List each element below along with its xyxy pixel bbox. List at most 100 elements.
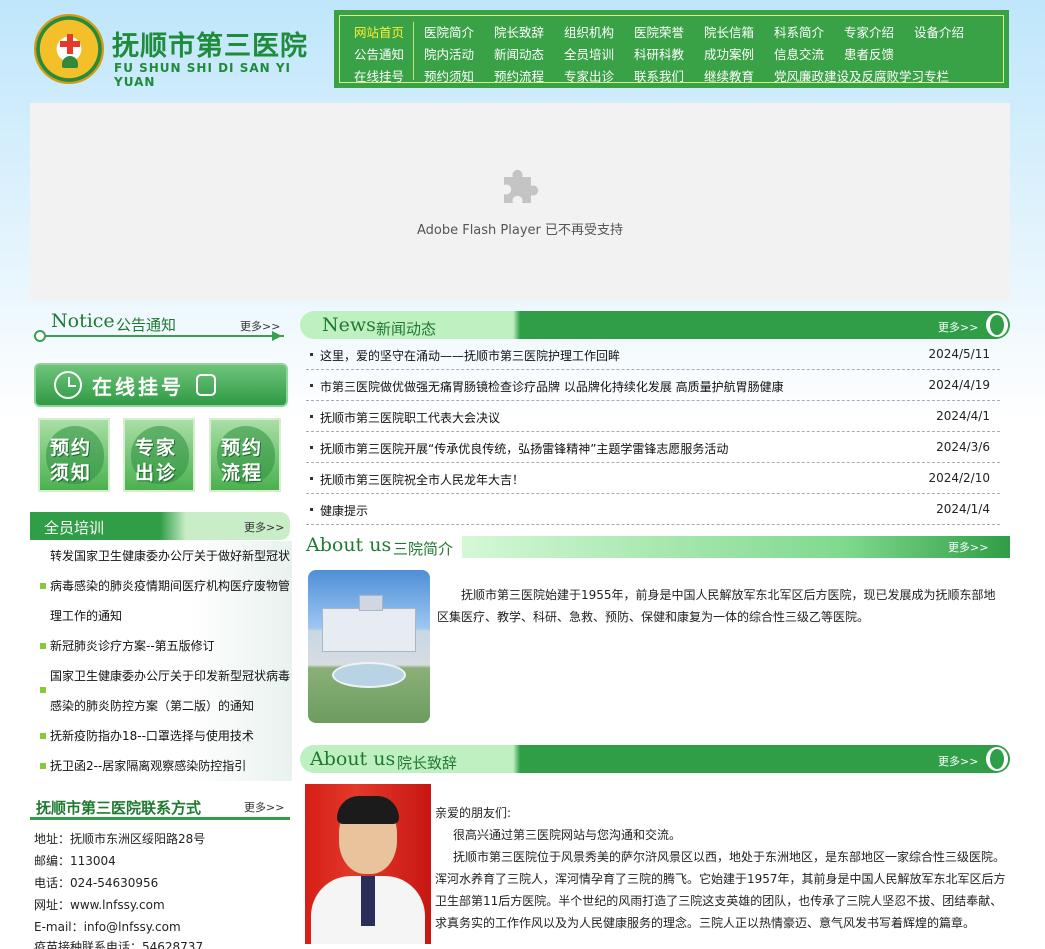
- logo-chinese-name: 抚顺市第三医院: [112, 31, 308, 62]
- nav-contact[interactable]: 联系我们: [634, 66, 684, 85]
- nav-appointment-process[interactable]: 预约流程: [494, 66, 544, 85]
- news-title-cn: 新闻动态: [376, 320, 437, 338]
- notice-title-en: Notice: [51, 310, 115, 332]
- contact-postcode: 邮编：113004: [34, 854, 116, 868]
- online-registration-label: 在线挂号: [92, 375, 184, 399]
- hospital-building-image[interactable]: [308, 570, 430, 723]
- about-title-en: About us: [306, 534, 392, 556]
- clock-icon: [54, 371, 82, 399]
- training-item[interactable]: 国家卫生健康委办公厅关于印发新型冠状病毒: [50, 661, 292, 691]
- nav-news[interactable]: 新闻动态: [494, 44, 544, 63]
- quick-label-line2: 流程: [221, 462, 264, 484]
- training-list: 转发国家卫生健康委办公厅关于做好新型冠状 病毒感染的肺炎疫情期间医疗机构医疗废物…: [34, 541, 292, 781]
- hospital-logo[interactable]: 抚顺市第三医院 FU SHUN SHI DI SAN YI YUAN: [34, 14, 324, 89]
- online-registration-button[interactable]: 在线挂号: [34, 363, 288, 407]
- nav-organization[interactable]: 组织机构: [564, 22, 614, 41]
- training-item[interactable]: 转发国家卫生健康委办公厅关于做好新型冠状: [50, 541, 292, 571]
- nav-home[interactable]: 网站首页: [354, 22, 404, 41]
- nav-feedback[interactable]: 患者反馈: [844, 44, 894, 63]
- nav-announcements[interactable]: 公告通知: [354, 44, 404, 63]
- nav-appointment-notice[interactable]: 预约须知: [424, 66, 474, 85]
- president-section-header: About us 院长致辞 更多>>: [300, 745, 1010, 773]
- nav-research[interactable]: 科研科教: [634, 44, 684, 63]
- contact-vaccine-phone: 疫苗接种联系电话：54628737: [34, 940, 204, 949]
- news-date: 2024/4/19: [928, 378, 990, 392]
- president-more-link[interactable]: 更多>>: [938, 753, 978, 769]
- nav-training[interactable]: 全员培训: [564, 44, 614, 63]
- notice-section-header: Notice 公告通知 更多>>: [34, 308, 290, 344]
- contact-website[interactable]: 网址：www.lnfssy.com: [34, 896, 165, 913]
- quick-label-line1: 预约: [50, 437, 93, 459]
- nav-honors[interactable]: 医院荣誉: [634, 22, 684, 41]
- news-date: 2024/1/4: [936, 502, 990, 516]
- quick-label-line2: 出诊: [135, 462, 178, 484]
- flash-banner-placeholder: Adobe Flash Player 已不再受支持: [30, 103, 1010, 300]
- about-description: 抚顺市第三医院始建于1955年，前身是中国人民解放军东北军区后方医院，现已发展成…: [437, 588, 996, 624]
- news-title[interactable]: 市第三医院做优做强无痛胃肠镜检查诊疗品牌 以品牌化持续化发展 高质量护航胃肠健康: [320, 378, 784, 395]
- nav-activities[interactable]: 院内活动: [424, 44, 474, 63]
- president-message: 亲爱的朋友们: 很高兴通过第三医院网站与您沟通和交流。 抚顺市第三医院位于风景秀…: [435, 802, 1007, 934]
- contact-more-link[interactable]: 更多>>: [244, 799, 284, 815]
- news-row[interactable]: 健康提示 2024/1/4: [306, 494, 1000, 525]
- news-row[interactable]: 抚顺市第三医院职工代表大会决议 2024/4/1: [306, 401, 1000, 432]
- training-item[interactable]: 理工作的通知: [50, 601, 292, 631]
- nav-equipment[interactable]: 设备介绍: [914, 22, 964, 41]
- news-row[interactable]: 抚顺市第三医院祝全市人民龙年大吉！ 2024/2/10: [306, 463, 1000, 494]
- contact-email[interactable]: E-mail：info@lnfssy.com: [34, 918, 181, 935]
- news-date: 2024/5/11: [928, 347, 990, 361]
- news-date: 2024/4/1: [936, 409, 990, 423]
- expert-schedule-button[interactable]: 专家 出诊: [123, 418, 195, 492]
- contact-address: 地址：抚顺市东洲区绥阳路28号: [34, 832, 206, 846]
- nav-experts[interactable]: 专家介绍: [844, 22, 894, 41]
- nav-party-column[interactable]: 党风廉政建设及反腐败学习专栏: [774, 66, 949, 85]
- news-row[interactable]: 市第三医院做优做强无痛胃肠镜检查诊疗品牌 以品牌化持续化发展 高质量护航胃肠健康…: [306, 370, 1000, 401]
- president-photo: [305, 784, 431, 944]
- logo-pinyin-name: FU SHUN SHI DI SAN YI YUAN: [114, 61, 292, 89]
- news-date: 2024/2/10: [928, 471, 990, 485]
- nav-continuing-education[interactable]: 继续教育: [704, 66, 754, 85]
- nav-president-speech[interactable]: 院长致辞: [494, 22, 544, 41]
- contact-section-header: 抚顺市第三医院联系方式 更多>>: [30, 792, 290, 820]
- training-item[interactable]: 感染的肺炎防控方案（第二版）的通知: [50, 691, 292, 721]
- nav-online-registration[interactable]: 在线挂号: [354, 66, 404, 85]
- hospital-emblem-icon: [34, 14, 104, 84]
- nav-cases[interactable]: 成功案例: [704, 44, 754, 63]
- president-paragraph: 抚顺市第三医院位于风景秀美的萨尔浒风景区以西，地处于东洲地区，是东部地区一家综合…: [435, 850, 1006, 930]
- news-section-header: News 新闻动态 更多>>: [300, 311, 1010, 339]
- puzzle-plugin-icon: [504, 169, 539, 203]
- quick-label-line1: 预约: [221, 437, 264, 459]
- news-title[interactable]: 抚顺市第三医院职工代表大会决议: [320, 409, 500, 426]
- news-title[interactable]: 这里，爱的坚守在涌动——抚顺市第三医院护理工作回眸: [320, 347, 620, 364]
- appointment-notice-button[interactable]: 预约 须知: [38, 418, 110, 492]
- news-row[interactable]: 这里，爱的坚守在涌动——抚顺市第三医院护理工作回眸 2024/5/11: [306, 339, 1000, 370]
- training-title: 全员培训: [44, 519, 105, 537]
- news-title[interactable]: 抚顺市第三医院祝全市人民龙年大吉！: [320, 471, 524, 488]
- training-item[interactable]: 抚新疫防指办18--口罩选择与使用技术: [50, 721, 292, 751]
- about-section-header: About us 三院简介 更多>>: [300, 534, 1010, 560]
- president-greeting: 亲爱的朋友们:: [435, 806, 512, 820]
- nav-departments[interactable]: 科系简介: [774, 22, 824, 41]
- quick-label-line2: 须知: [50, 462, 93, 484]
- news-title-en: News: [322, 314, 376, 336]
- about-more-link[interactable]: 更多>>: [948, 539, 988, 555]
- training-item[interactable]: 抚卫函2--居家隔离观察感染防控指引: [50, 751, 292, 781]
- flash-unsupported-message: Adobe Flash Player 已不再受支持: [416, 223, 624, 238]
- training-item[interactable]: 病毒感染的肺炎疫情期间医疗机构医疗废物管: [50, 571, 292, 601]
- training-section-header: 全员培训 更多>>: [30, 512, 290, 540]
- news-more-link[interactable]: 更多>>: [938, 319, 978, 335]
- news-row[interactable]: 抚顺市第三医院开展“传承优良传统，弘扬雷锋精神”主题学雷锋志愿服务活动 2024…: [306, 432, 1000, 463]
- president-paragraph: 很高兴通过第三医院网站与您沟通和交流。: [453, 828, 682, 842]
- news-title[interactable]: 健康提示: [320, 502, 368, 519]
- news-title[interactable]: 抚顺市第三医院开展“传承优良传统，弘扬雷锋精神”主题学雷锋志愿服务活动: [320, 440, 728, 457]
- contact-phone: 电话：024-54630956: [34, 876, 159, 890]
- quick-label-line1: 专家: [135, 437, 178, 459]
- nav-expert-schedule[interactable]: 专家出诊: [564, 66, 614, 85]
- president-title-en: About us: [310, 748, 396, 770]
- appointment-process-button[interactable]: 预约 流程: [209, 418, 281, 492]
- training-item[interactable]: 新冠肺炎诊疗方案--第五版修订: [50, 631, 292, 661]
- training-more-link[interactable]: 更多>>: [244, 519, 284, 535]
- main-nav: 网站首页 医院简介 院长致辞 组织机构 医院荣誉 院长信箱 科系简介 专家介绍 …: [334, 10, 1009, 88]
- nav-info-exchange[interactable]: 信息交流: [774, 44, 824, 63]
- nav-hospital-intro[interactable]: 医院简介: [424, 22, 474, 41]
- nav-president-mailbox[interactable]: 院长信箱: [704, 22, 754, 41]
